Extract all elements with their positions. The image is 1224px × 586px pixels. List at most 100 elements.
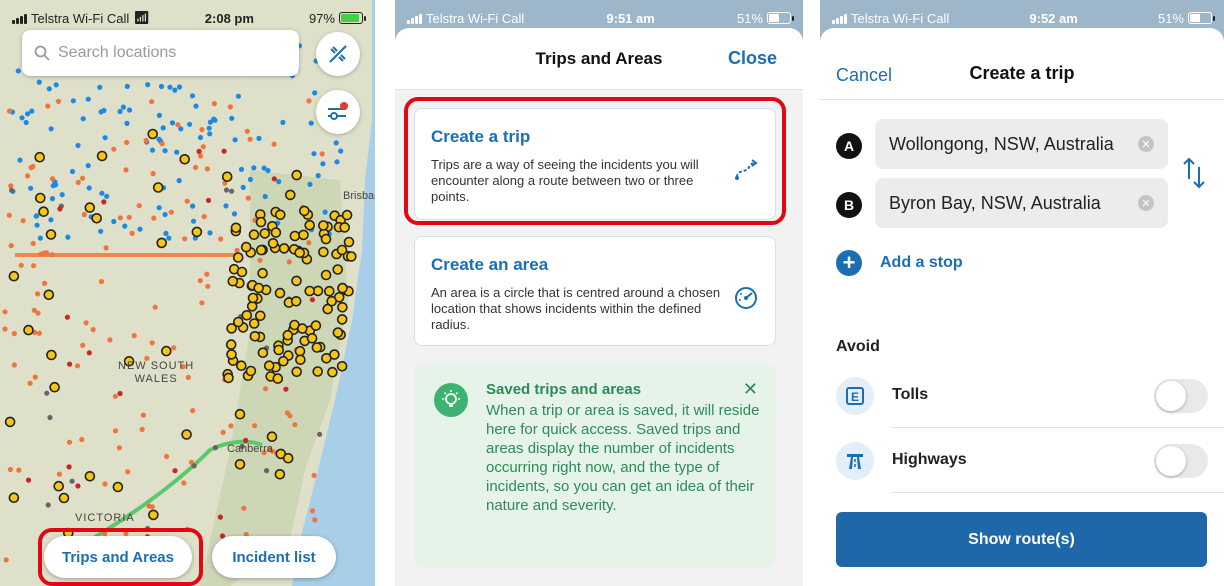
incident-marker[interactable] xyxy=(241,309,253,321)
incident-marker[interactable] xyxy=(159,141,165,147)
incident-marker[interactable] xyxy=(333,140,339,146)
incident-marker[interactable] xyxy=(86,185,92,191)
incident-marker[interactable] xyxy=(20,218,26,224)
incident-marker[interactable] xyxy=(75,483,81,489)
incident-marker[interactable] xyxy=(311,151,317,157)
incident-marker[interactable] xyxy=(322,303,334,315)
incident-marker[interactable] xyxy=(152,182,164,193)
incident-marker[interactable] xyxy=(79,436,85,443)
incident-marker[interactable] xyxy=(45,502,51,508)
incident-marker[interactable] xyxy=(23,119,29,126)
stop-a-input[interactable]: Wollongong, NSW, Australia ✕ xyxy=(875,119,1168,169)
incident-marker[interactable] xyxy=(283,386,289,392)
incident-marker[interactable] xyxy=(227,104,233,110)
incident-marker[interactable] xyxy=(197,134,204,141)
incident-marker[interactable] xyxy=(168,209,174,215)
search-input[interactable]: Search locations xyxy=(22,30,299,76)
incident-marker[interactable] xyxy=(131,333,137,339)
incident-marker[interactable] xyxy=(64,314,70,320)
incident-marker[interactable] xyxy=(34,222,40,228)
incident-marker[interactable] xyxy=(156,237,167,249)
incident-marker[interactable] xyxy=(273,344,285,356)
incident-marker[interactable] xyxy=(127,107,133,113)
incident-marker[interactable] xyxy=(182,236,188,242)
incident-marker[interactable] xyxy=(337,301,348,313)
trips-and-areas-button[interactable]: Trips and Areas xyxy=(44,536,192,578)
incident-marker[interactable] xyxy=(277,355,289,367)
incident-marker[interactable] xyxy=(292,422,298,428)
incident-marker[interactable] xyxy=(122,223,128,229)
incident-marker[interactable] xyxy=(99,190,105,196)
incident-marker[interactable] xyxy=(212,445,218,451)
toggle-highways[interactable] xyxy=(1154,444,1208,478)
incident-marker[interactable] xyxy=(30,263,37,269)
incident-marker[interactable] xyxy=(291,366,303,378)
incident-marker[interactable] xyxy=(148,509,159,521)
incident-marker[interactable] xyxy=(172,87,178,93)
incident-marker[interactable] xyxy=(211,101,217,107)
incident-marker[interactable] xyxy=(162,211,168,218)
incident-marker[interactable] xyxy=(149,147,156,153)
incident-marker[interactable] xyxy=(306,332,318,344)
incident-marker[interactable] xyxy=(46,349,57,361)
incident-marker[interactable] xyxy=(48,217,54,223)
incident-marker[interactable] xyxy=(38,251,44,257)
swap-icon[interactable] xyxy=(1181,155,1207,191)
incident-marker[interactable] xyxy=(49,196,56,202)
incident-marker[interactable] xyxy=(103,245,109,251)
incident-marker[interactable] xyxy=(124,83,130,89)
incident-marker[interactable] xyxy=(169,120,176,126)
incident-marker[interactable] xyxy=(228,423,234,429)
incident-marker[interactable] xyxy=(176,178,182,184)
incident-marker[interactable] xyxy=(150,171,156,177)
incident-marker[interactable] xyxy=(223,203,229,209)
incident-marker[interactable] xyxy=(236,360,247,372)
incident-marker[interactable] xyxy=(57,206,63,212)
incident-marker[interactable] xyxy=(4,416,16,428)
incident-marker[interactable] xyxy=(65,234,71,240)
incident-marker[interactable] xyxy=(116,445,122,451)
incident-marker[interactable] xyxy=(307,181,313,187)
incident-marker[interactable] xyxy=(190,203,196,209)
incident-marker[interactable] xyxy=(332,264,344,275)
incident-marker[interactable] xyxy=(84,202,96,213)
incident-marker[interactable] xyxy=(223,372,234,384)
incident-marker[interactable] xyxy=(274,287,286,299)
incident-marker[interactable] xyxy=(149,99,155,105)
incident-marker[interactable] xyxy=(241,505,247,511)
incident-marker[interactable] xyxy=(267,238,279,249)
incident-marker[interactable] xyxy=(34,192,46,204)
incident-marker[interactable] xyxy=(323,285,335,297)
incident-marker[interactable] xyxy=(320,233,332,245)
incident-marker[interactable] xyxy=(257,257,263,263)
clear-icon[interactable]: ✕ xyxy=(1138,195,1154,211)
incident-marker[interactable] xyxy=(332,327,344,338)
incident-marker[interactable] xyxy=(284,189,296,201)
incident-marker[interactable] xyxy=(207,230,213,236)
incident-marker[interactable] xyxy=(217,514,223,520)
incident-marker[interactable] xyxy=(191,218,197,224)
incident-marker[interactable] xyxy=(245,365,257,377)
incident-marker[interactable] xyxy=(59,192,65,198)
incident-marker[interactable] xyxy=(286,259,292,265)
incident-marker[interactable] xyxy=(341,209,353,221)
incident-marker[interactable] xyxy=(211,116,217,122)
incident-marker[interactable] xyxy=(36,330,42,336)
incident-marker[interactable] xyxy=(117,108,123,115)
incident-marker[interactable] xyxy=(263,360,275,372)
incident-marker[interactable] xyxy=(145,82,151,88)
incident-marker[interactable] xyxy=(274,468,286,480)
incident-marker[interactable] xyxy=(261,165,267,171)
incident-marker[interactable] xyxy=(295,354,306,366)
add-stop-button[interactable]: + Add a stop xyxy=(836,250,963,276)
incident-marker[interactable] xyxy=(66,464,72,470)
incident-marker[interactable] xyxy=(161,345,172,357)
incident-marker[interactable] xyxy=(166,235,172,241)
incident-marker[interactable] xyxy=(158,83,165,90)
incident-marker[interactable] xyxy=(49,381,60,393)
incident-marker[interactable] xyxy=(262,193,268,200)
incident-marker[interactable] xyxy=(136,203,142,209)
incident-marker[interactable] xyxy=(98,228,104,234)
incident-marker[interactable] xyxy=(16,467,22,473)
incident-marker[interactable] xyxy=(38,206,49,217)
